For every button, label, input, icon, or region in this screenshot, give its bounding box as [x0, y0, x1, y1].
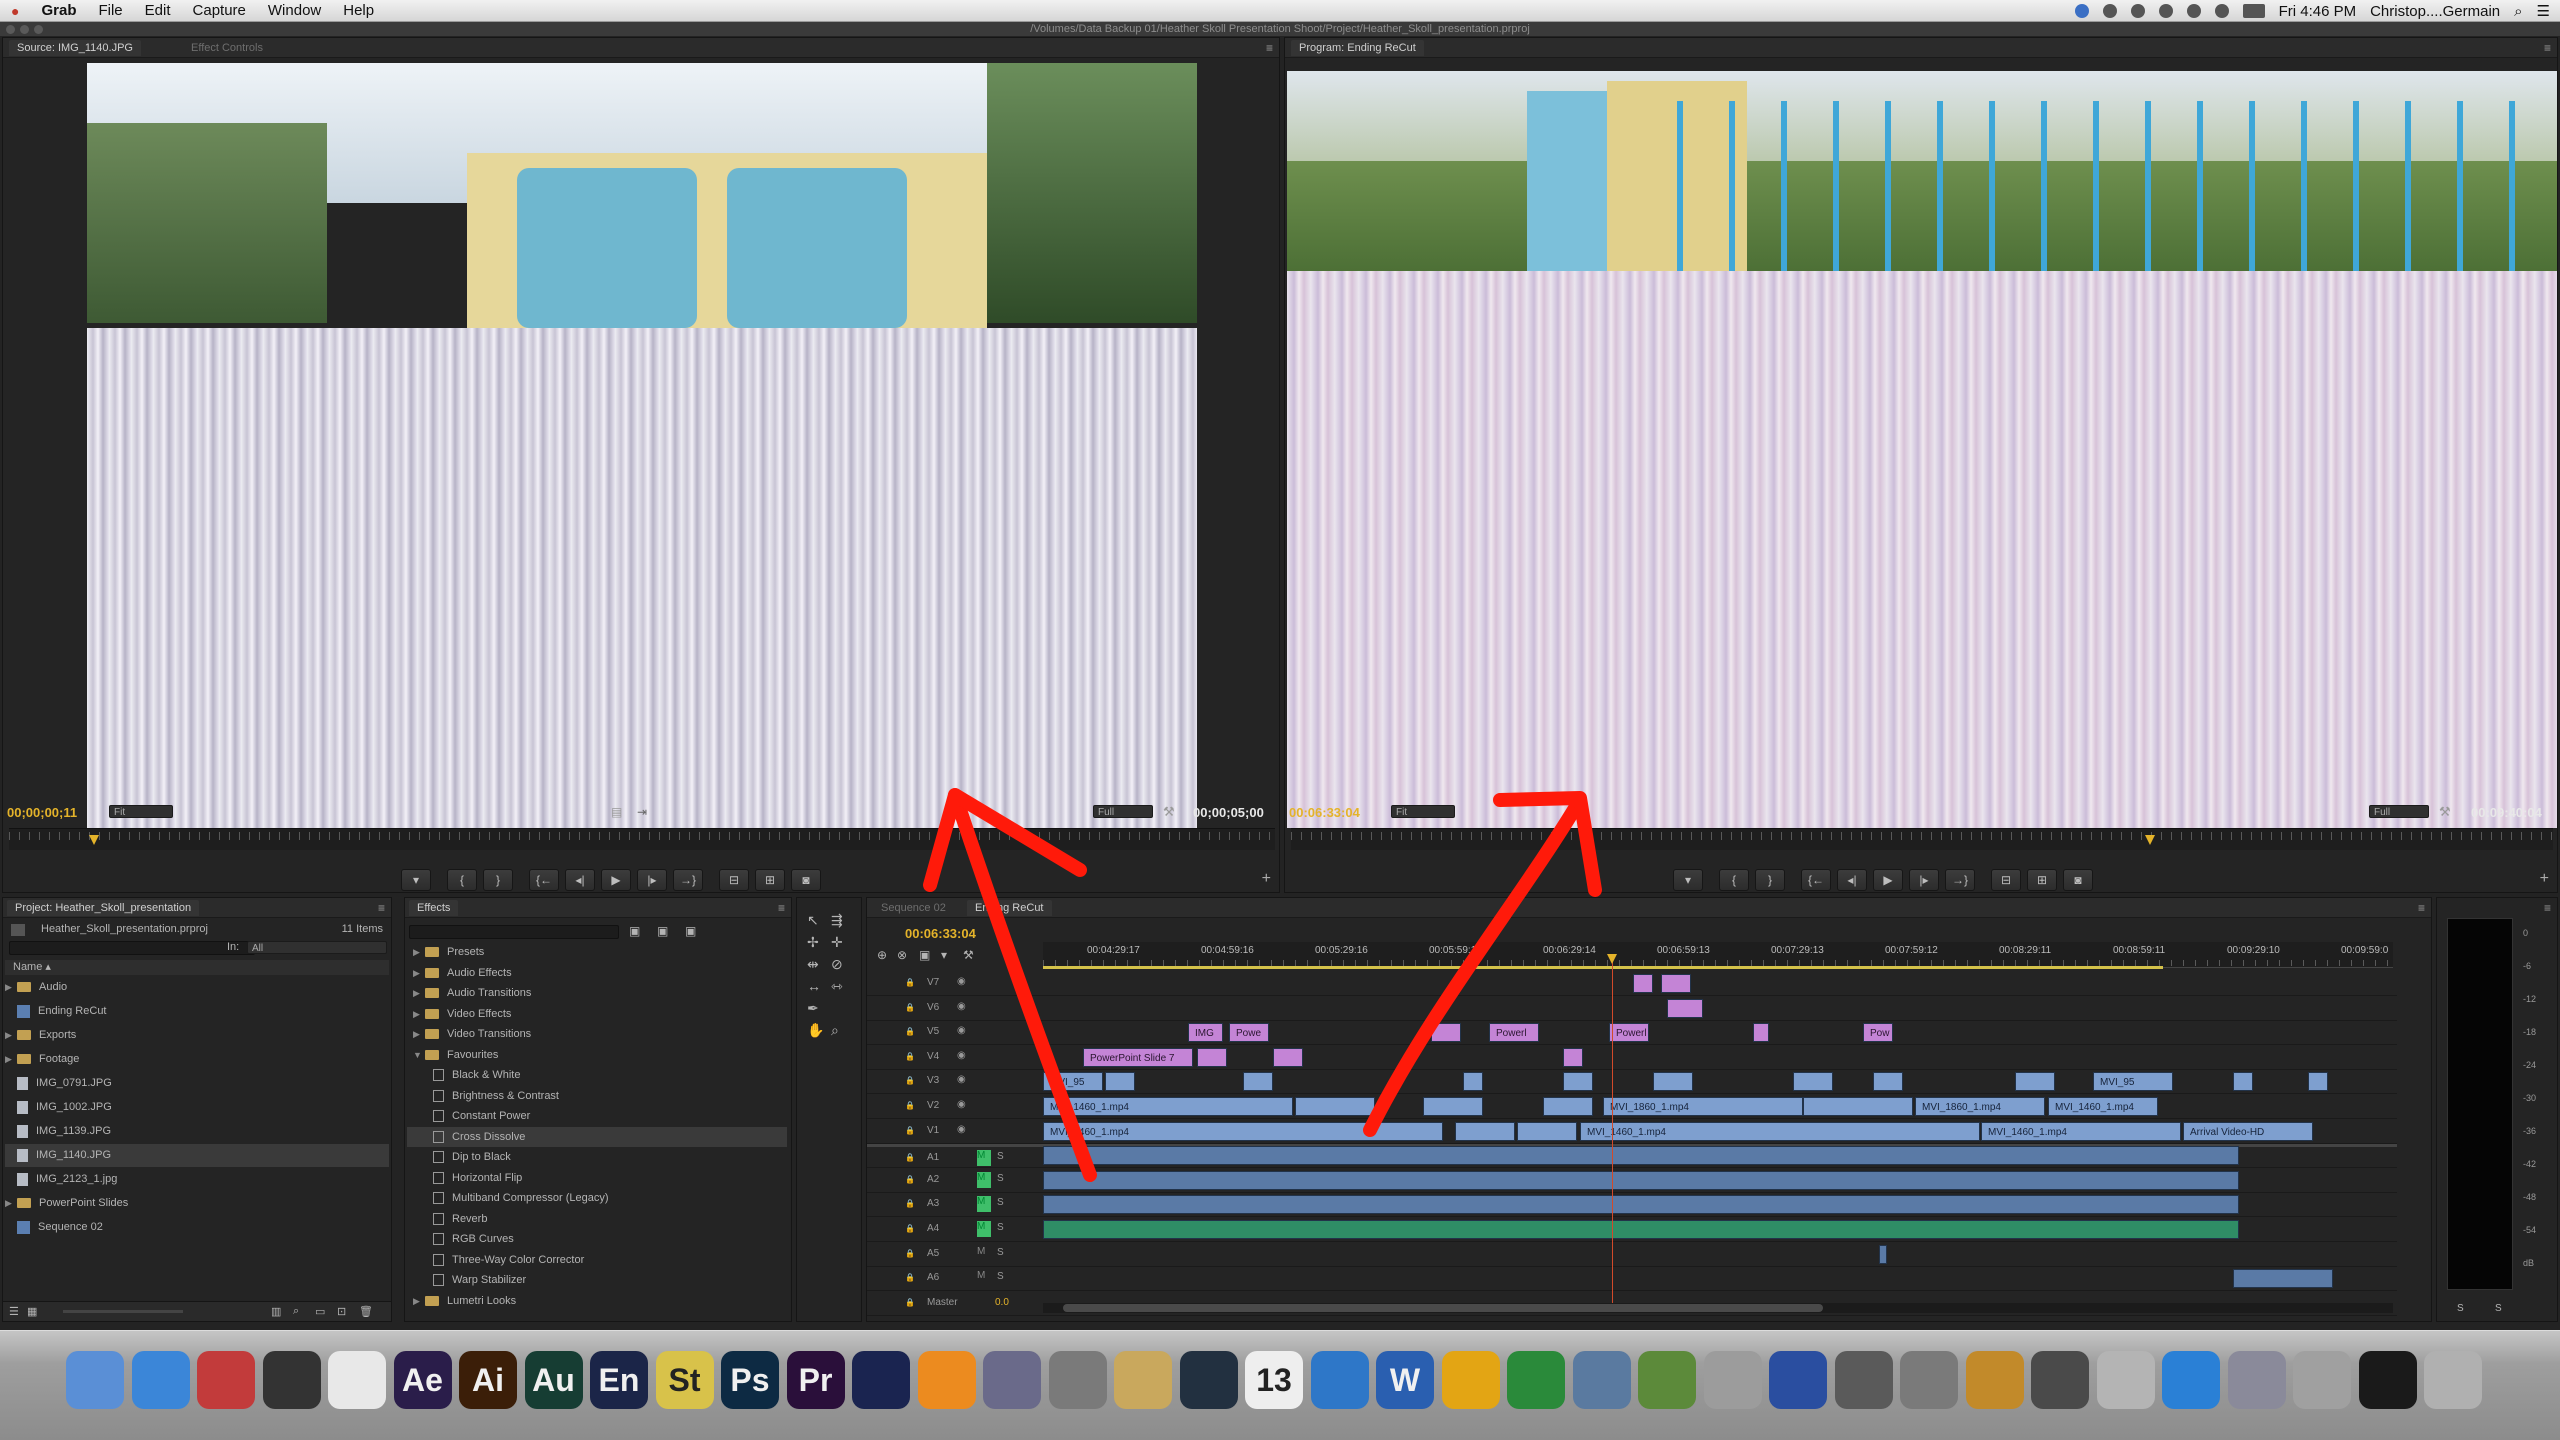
outlook-icon[interactable]	[1441, 1351, 1500, 1409]
preview-icon[interactable]	[1048, 1351, 1107, 1409]
vlc-icon[interactable]	[917, 1351, 976, 1409]
dvd-icon[interactable]	[983, 1351, 1041, 1409]
word-icon[interactable]: W	[1376, 1351, 1434, 1409]
activity-monitor-icon[interactable]	[2358, 1351, 2417, 1409]
trash-icon[interactable]	[2424, 1351, 2482, 1409]
itunes-icon[interactable]	[1310, 1351, 1369, 1409]
preview2-icon[interactable]	[2096, 1351, 2155, 1409]
calendar-icon[interactable]: 13	[1245, 1351, 1303, 1409]
minecraft-icon[interactable]	[1638, 1351, 1696, 1409]
photobooth-icon[interactable]	[197, 1351, 255, 1409]
starcraft-icon[interactable]	[1572, 1351, 1631, 1409]
premiere-icon[interactable]: Pr	[786, 1351, 845, 1409]
encore-icon[interactable]: En	[590, 1351, 648, 1409]
photoshop-icon[interactable]: Ps	[721, 1351, 779, 1409]
steam-icon[interactable]	[1834, 1351, 1893, 1409]
system-prefs-icon[interactable]	[1900, 1351, 1958, 1409]
dock: Ae Ai Au En St Ps Pr 13 W	[0, 1330, 2560, 1440]
prelude-icon[interactable]	[852, 1351, 910, 1409]
screen: { "menubar":{"app":"Grab","items":["File…	[0, 0, 2560, 1440]
address-book-icon[interactable]	[1114, 1351, 1172, 1409]
audition-icon[interactable]: Au	[524, 1351, 583, 1409]
safari-icon[interactable]	[131, 1351, 190, 1409]
left-red-arrow-shaft	[948, 788, 1097, 1182]
right-red-arrow-shaft	[1363, 793, 1587, 1137]
finder-icon[interactable]	[66, 1351, 124, 1409]
utilities-icon[interactable]	[1965, 1351, 2024, 1409]
story-icon[interactable]: St	[655, 1351, 714, 1409]
excel-icon[interactable]	[1507, 1351, 1565, 1409]
illustrator-icon[interactable]: Ai	[459, 1351, 517, 1409]
cinema4d-icon[interactable]	[1179, 1351, 1238, 1409]
left-red-arrow-head	[923, 788, 1087, 892]
handbrake-icon[interactable]	[2031, 1351, 2089, 1409]
cyberduck-icon[interactable]	[1769, 1351, 1827, 1409]
screenshot-icon[interactable]	[2227, 1351, 2286, 1409]
tools-icon[interactable]	[2293, 1351, 2351, 1409]
annotation-arrows	[923, 788, 1602, 1182]
fcp-icon[interactable]	[262, 1351, 321, 1409]
dropbox-icon[interactable]	[2162, 1351, 2220, 1409]
after-effects-icon[interactable]: Ae	[393, 1351, 452, 1409]
calculator-icon[interactable]	[1703, 1351, 1762, 1409]
acrobat-icon[interactable]	[328, 1351, 386, 1409]
